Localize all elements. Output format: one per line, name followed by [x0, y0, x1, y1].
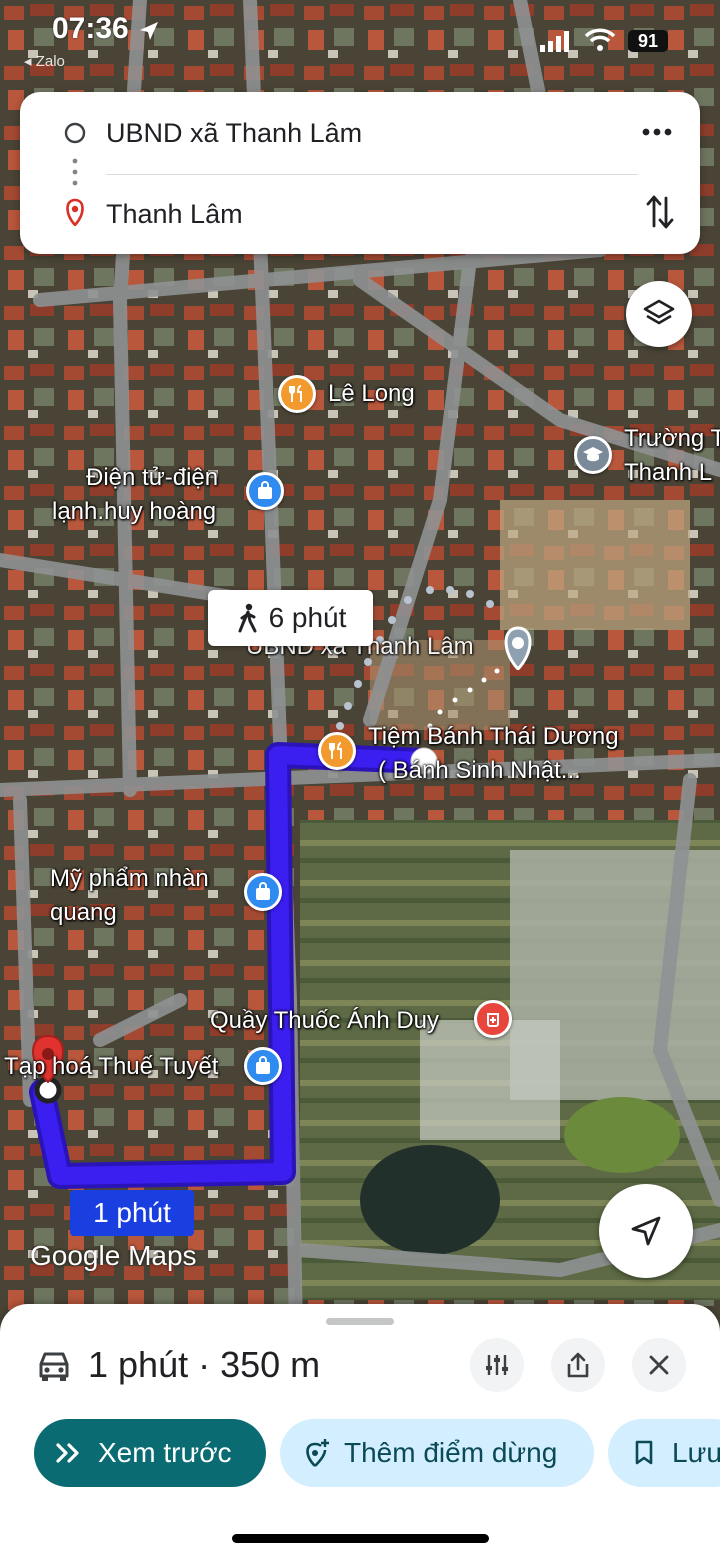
route-options-button[interactable]	[470, 1338, 524, 1392]
destination-pin-icon	[66, 198, 84, 226]
walk-time-tag[interactable]: 6 phút	[208, 590, 373, 646]
swap-icon[interactable]	[646, 194, 674, 230]
preview-button[interactable]: Xem trước	[34, 1419, 266, 1487]
signal-icon	[540, 31, 569, 52]
landmark-pin-icon[interactable]	[500, 626, 536, 675]
save-label: Lưu	[672, 1437, 720, 1468]
navigation-arrow-icon	[631, 1216, 661, 1246]
poi-label[interactable]: ( Bánh Sinh Nhật...	[378, 756, 581, 786]
double-chevron-icon	[56, 1443, 79, 1463]
poi-label[interactable]: Điện tử-điện	[86, 463, 218, 493]
share-icon	[567, 1352, 589, 1378]
layers-button[interactable]	[626, 281, 692, 347]
battery-level: 91	[628, 30, 668, 52]
recenter-button[interactable]	[599, 1184, 693, 1278]
more-vert-icon[interactable]	[642, 128, 672, 136]
route-dots-icon	[72, 158, 78, 186]
poi-label[interactable]: Lê Long	[328, 379, 415, 409]
shopping-bag-icon[interactable]	[244, 1047, 282, 1085]
car-icon	[39, 1352, 69, 1381]
add-stop-button[interactable]: Thêm điểm dừng	[280, 1419, 594, 1487]
origin-field[interactable]: UBND xã Thanh Lâm	[106, 118, 362, 149]
walking-icon	[238, 603, 257, 633]
poi-label[interactable]: quang	[50, 898, 117, 928]
google-maps-watermark: Google Maps	[30, 1240, 197, 1271]
save-button[interactable]: Lưu	[608, 1419, 720, 1487]
drive-time-tag[interactable]: 1 phút	[70, 1190, 194, 1236]
status-bar: 07:36 ◂ Zalo 91	[0, 0, 720, 80]
back-to-app[interactable]: ◂ Zalo	[24, 52, 65, 70]
wifi-icon	[584, 28, 616, 51]
drag-handle[interactable]	[326, 1318, 394, 1325]
bookmark-icon	[635, 1440, 653, 1465]
preview-label: Xem trước	[98, 1437, 232, 1468]
pharmacy-icon[interactable]	[474, 1000, 512, 1038]
shopping-bag-icon[interactable]	[244, 873, 282, 911]
close-button[interactable]	[632, 1338, 686, 1392]
location-arrow-icon	[140, 22, 158, 40]
status-time: 07:36	[52, 12, 129, 45]
shopping-bag-icon[interactable]	[246, 472, 284, 510]
route-summary: 1 phút · 350 m	[88, 1344, 321, 1385]
poi-label[interactable]: Tiệm Bánh Thái Dương	[368, 722, 619, 752]
tune-icon	[486, 1355, 508, 1375]
origin-circle-icon	[64, 122, 86, 144]
destination-field[interactable]: Thanh Lâm	[106, 199, 243, 230]
add-stop-label: Thêm điểm dừng	[344, 1437, 558, 1468]
restaurant-icon[interactable]	[318, 732, 356, 770]
home-indicator[interactable]	[232, 1534, 489, 1543]
layers-icon	[643, 299, 675, 325]
directions-card: UBND xã Thanh Lâm Thanh Lâm	[20, 92, 700, 254]
walk-time: 6 phút	[268, 602, 347, 633]
close-icon	[649, 1355, 669, 1375]
divider	[106, 174, 638, 175]
school-icon[interactable]	[574, 436, 612, 474]
poi-label[interactable]: lạnh.huy hoàng	[52, 497, 216, 527]
add-location-icon	[306, 1439, 329, 1467]
restaurant-icon[interactable]	[278, 375, 316, 413]
share-button[interactable]	[551, 1338, 605, 1392]
poi-label[interactable]: Trường T	[624, 424, 720, 454]
poi-label[interactable]: Quầy Thuốc Ánh Duy	[210, 1006, 439, 1036]
bottom-sheet: 1 phút · 350 m Xem trước Thêm điểm dừng …	[0, 1304, 720, 1557]
poi-label[interactable]: Thanh L	[624, 458, 712, 488]
poi-label[interactable]: Tạp hoá Thuế Tuyết	[4, 1052, 218, 1082]
poi-label[interactable]: Mỹ phẩm nhàn	[50, 864, 209, 894]
